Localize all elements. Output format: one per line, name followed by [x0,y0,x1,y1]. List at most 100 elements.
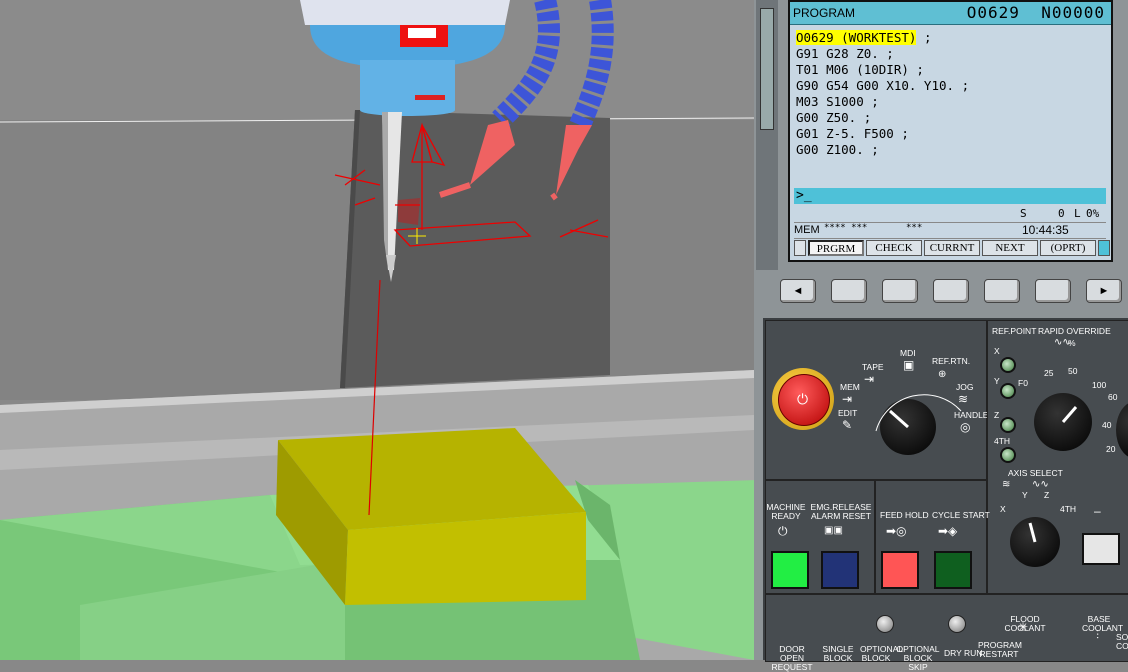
code-line[interactable]: O0629 (WORKTEST) ; [796,30,969,46]
scroll-thumb[interactable] [760,8,774,130]
machine-ready-button[interactable] [771,551,809,589]
cycle-start-button[interactable] [934,551,972,589]
code-line[interactable]: G00 Z100. ; [796,142,969,158]
hw-softkey-4[interactable] [984,279,1020,303]
screen-header: PROGRAM O0629 N00000 [790,2,1111,25]
ref-led-4th [1000,447,1016,463]
softkey-check[interactable]: CHECK [866,240,922,256]
cycle-section: FEED HOLD CYCLE START ➡◎ ➡◈ [875,480,990,594]
label-axis-select: AXIS SELECT [1008,468,1063,478]
machine-scene [0,0,754,660]
label-optional-block-skip: OPTIONAL BLOCK SKIP [896,644,940,672]
power-icon: ⏻ [797,391,809,407]
label-mem: MEM [840,382,860,392]
axis-mark-x: X [1000,504,1006,514]
axis-pointer [1028,522,1037,543]
mode-status-bar: MEM **** *** *** 10:44:35 [794,222,1106,239]
axis-direction-button[interactable] [1082,533,1120,565]
machine-3d-viewport[interactable] [0,0,754,660]
clock: 10:44:35 [1022,223,1069,237]
rapid-mark-50: 50 [1068,366,1078,376]
softkey-prgrm[interactable]: PRGRM [808,240,864,256]
code-line[interactable]: M03 S1000 ; [796,94,969,110]
ref-led-y [1000,383,1016,399]
rapid-mark-25: 25 [1044,368,1054,378]
feed-hold-button[interactable] [881,551,919,589]
screen-title: PROGRAM [793,6,856,20]
function-section: ✳ ⫶ DOOR OPEN REQUEST SINGLE BLOCK OPTIO… [765,594,1128,672]
hw-softkey-2[interactable] [882,279,918,303]
label-axis-minus: – [1094,504,1101,518]
label-mdi: MDI [900,348,916,358]
sequence-number: N00000 [1041,3,1105,22]
machine-ready-section: MACHINE READY ⏻ EMG.RELEASE ALARM RESET … [765,480,875,594]
label-so-co: SO CO [1116,632,1128,651]
label-dry-run: DRY RUN [944,648,983,658]
led-label-z: Z [994,410,1000,420]
l-value: 0% [1086,207,1100,220]
program-number: O0629 [966,3,1020,22]
ref-led-x [1000,357,1016,373]
hw-softkey-3[interactable] [933,279,969,303]
label-feed-hold: FEED HOLD [880,510,929,520]
softkey-currnt[interactable]: CURRNT [924,240,980,256]
ref-led-z [1000,417,1016,433]
label-single-block: SINGLE BLOCK [822,644,854,663]
code-line[interactable]: G01 Z-5. F500 ; [796,126,969,142]
softkey-continue[interactable] [1098,240,1110,256]
code-line[interactable]: G00 Z50. ; [796,110,969,126]
cycle-start-icon: ➡◈ [938,524,958,538]
feed-mark-20: 20 [1106,444,1116,454]
axis-mark-4th: 4TH [1060,504,1077,514]
feed-mark-60: 60 [1108,392,1118,402]
power-icon: ⏻ [778,524,788,538]
led-label-4th: 4TH [994,436,1011,446]
led-label-x: X [994,346,1000,356]
program-screen: PROGRAM O0629 N00000 O0629 (WORKTEST) ; … [788,0,1113,262]
rapid-mark-f0: F0 [1018,378,1028,388]
hardware-softkey-row: ◄ ► [778,270,1126,310]
emg-release-button[interactable] [821,551,859,589]
mdi-icon: ▣ [903,358,915,372]
program-number-readout: O0629 N00000 [967,3,1105,22]
code-line[interactable]: T01 M06 (10DIR) ; [796,62,969,78]
label-door-open: DOOR OPEN REQUEST [771,644,813,672]
rapid-wave-icon: ∿∿ [1054,337,1071,348]
screen-scrollbar[interactable] [756,0,778,270]
s-label: S [1020,207,1027,220]
feed-override-knob[interactable] [1116,401,1128,459]
hw-right-arrow-key[interactable]: ► [1086,279,1122,303]
rapid-pointer [1061,406,1078,423]
rapid-override-knob[interactable] [1034,393,1092,451]
program-header-highlight: O0629 (WORKTEST) [796,30,917,45]
label-cycle-start: CYCLE START [932,510,990,520]
operator-panel: ⏻ TAPE MDI REF.RTN. MEM JOG EDIT HANDLE … [763,318,1128,672]
label-ref-rtn: REF.RTN. [932,356,971,366]
dry-run-knob[interactable] [948,615,966,633]
s-value: 0 [1058,207,1065,220]
softkey-next[interactable]: NEXT [982,240,1038,256]
label-optional-block: OPTIONAL BLOCK [860,644,903,663]
hw-left-arrow-key[interactable]: ◄ [780,279,816,303]
label-rapid-override: RAPID OVERRIDE [1038,326,1111,336]
rapid-mark-100: 100 [1092,380,1107,390]
command-input-line[interactable]: >_ [794,188,1106,204]
mode-section: ⏻ TAPE MDI REF.RTN. MEM JOG EDIT HANDLE … [765,320,988,480]
label-base-coolant: BASE COOLANT [1082,614,1124,633]
softkey-return[interactable] [794,240,806,256]
softkey-bar: PRGRM CHECK CURRNT NEXT (OPRT) [794,240,1110,257]
optional-block-knob[interactable] [876,615,894,633]
label-program-restart: PROGRAM RESTART [978,640,1022,659]
emergency-stop-button[interactable]: ⏻ [772,368,834,430]
reset-icon: ▣▣ [824,525,843,536]
axis-select-knob[interactable] [1010,517,1060,567]
code-line[interactable]: G90 G54 G00 X10. Y10. ; [796,78,969,94]
override-section: REF.POINT RAPID OVERRIDE % ∿∿ X Y Z 4TH … [987,320,1128,594]
rapid-axis-icon: ≋ [1002,479,1011,490]
mem-icon: ⇥ [842,392,853,406]
hw-softkey-1[interactable] [831,279,867,303]
hw-softkey-5[interactable] [1035,279,1071,303]
code-line[interactable]: G91 G28 Z0. ; [796,46,969,62]
emergency-stop-cap: ⏻ [778,374,830,426]
softkey-oprt[interactable]: (OPRT) [1040,240,1096,256]
